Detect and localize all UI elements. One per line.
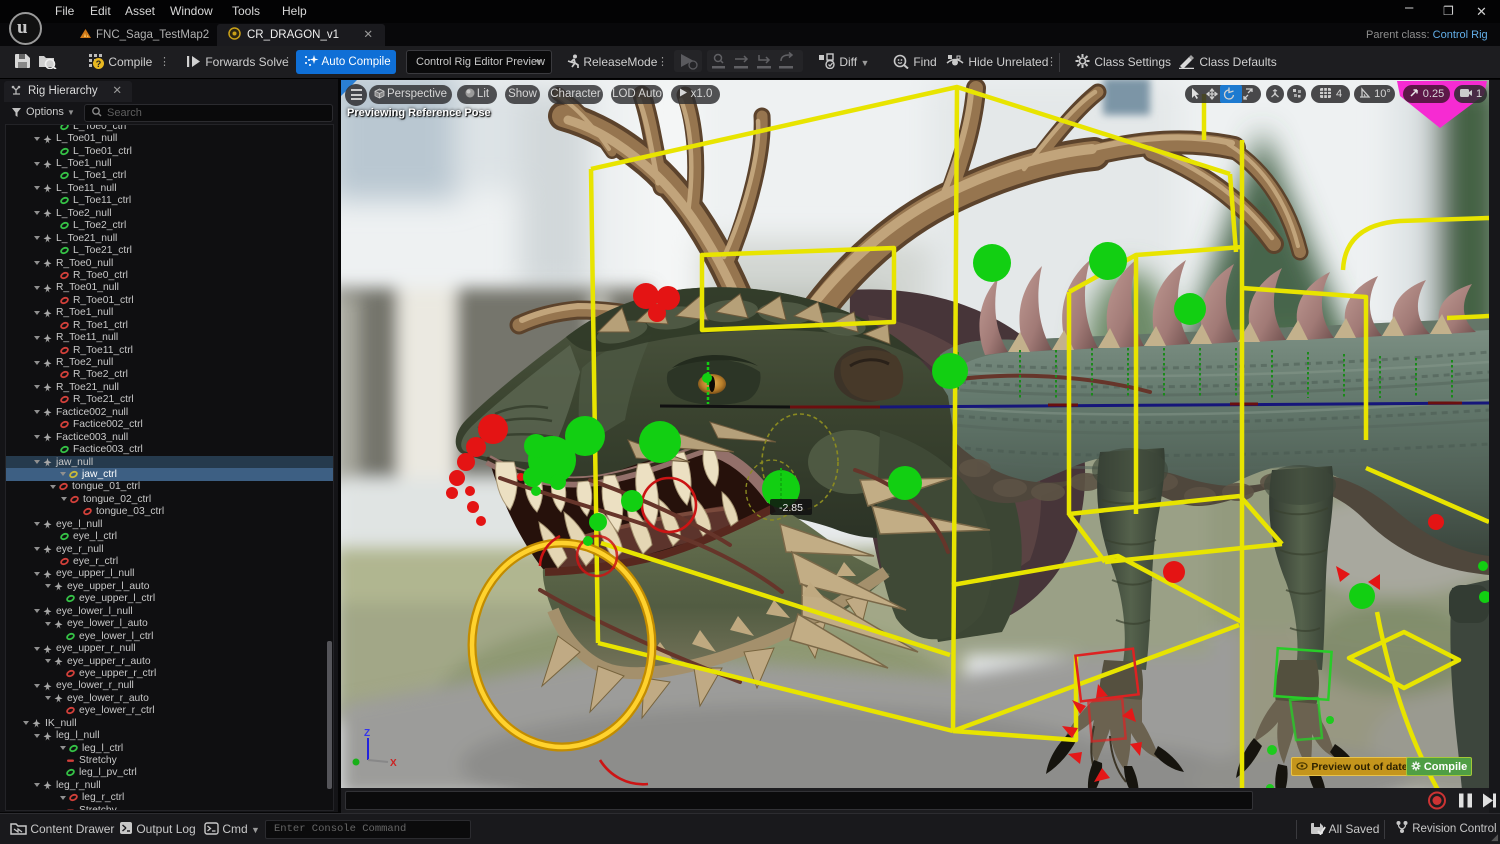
- svg-text:?: ?: [96, 59, 102, 69]
- svg-text:-2.85: -2.85: [779, 502, 803, 514]
- svg-text:Z: Z: [364, 728, 370, 739]
- svg-text:X: X: [390, 758, 397, 769]
